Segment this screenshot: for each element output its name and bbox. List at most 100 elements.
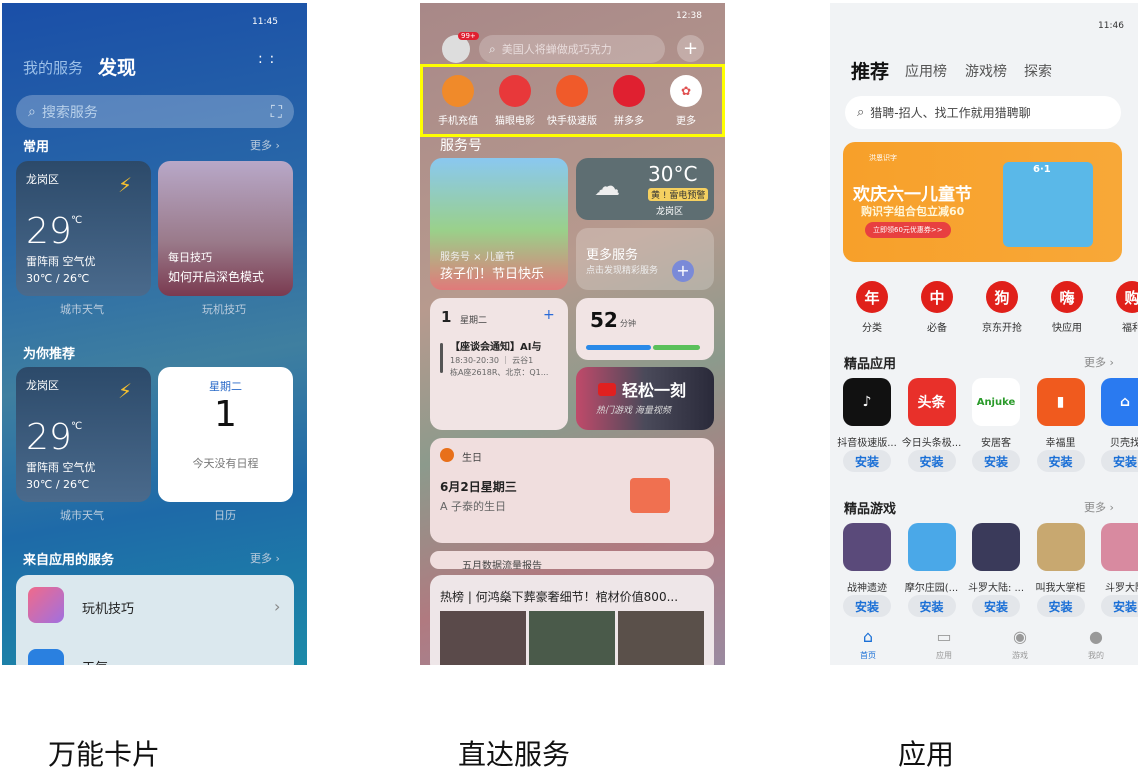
promo-banner[interactable]: 洪恩识字 欢庆六一儿童节 购识字组合包立减60 立即领60元优惠券>> 6·1 [843, 142, 1122, 262]
app-name: 抖音极速版... [837, 438, 897, 449]
category-label[interactable]: 分类 [840, 319, 904, 334]
video-card[interactable]: 轻松一刻 热门游戏 海量视频 [576, 367, 714, 430]
quick-access-icon[interactable] [499, 75, 531, 107]
install-button[interactable]: 安装 [907, 450, 956, 472]
chevron-right-icon: › [274, 597, 281, 616]
profile-icon[interactable]: ● [1086, 627, 1106, 646]
category-icon[interactable]: 购 [1116, 281, 1138, 313]
game-icon[interactable] [1036, 523, 1085, 571]
search-bar[interactable]: ⌕ 美国人将蝉做成巧克力 [479, 35, 665, 63]
list-item[interactable]: 天气 [82, 657, 108, 665]
tab-my-services[interactable]: 我的服务 [23, 57, 83, 78]
app-icon[interactable]: Anjuke [972, 378, 1020, 426]
birthday-card[interactable]: 生日 6月2日星期三 A 子泰的生日 [430, 438, 714, 543]
games-icon[interactable]: ◉ [1010, 627, 1030, 646]
weather-card[interactable]: 龙岗区 ⚡ 29 ℃ 雷阵雨 空气优 30℃ / 26℃ [16, 367, 151, 502]
category-label[interactable]: 快应用 [1035, 319, 1099, 334]
category-icon[interactable]: 嗨 [1051, 281, 1083, 313]
category-label[interactable]: 京东开抢 [970, 319, 1034, 334]
install-button[interactable]: 安装 [1036, 595, 1085, 617]
app-icon[interactable]: 头条 [907, 378, 956, 426]
banner-cta[interactable]: 立即领60元优惠券>> [865, 222, 951, 238]
phone-screen-direct-services: 12:38 99+ ⌕ 美国人将蝉做成巧克力 + 手机充值 猫眼电影 快手极速版 拼多… [420, 3, 725, 665]
search-input[interactable]: 美国人将蝉做成巧克力 [502, 41, 612, 57]
install-button[interactable]: 安装 [1101, 595, 1138, 617]
search-bar[interactable]: ⌕ 猎聘-招人、找工作就用猎聘聊 [845, 96, 1121, 129]
more-services-card[interactable]: 更多服务 点击发现精彩服务 + [576, 228, 714, 290]
screen-time-card[interactable]: 52 分钟 [576, 298, 714, 360]
nav-item-label[interactable]: 首页 [836, 650, 900, 661]
grid-dots-icon[interactable]: : : [258, 52, 276, 66]
game-icon[interactable] [1101, 523, 1138, 571]
promo-card[interactable]: 服务号 × 儿童节 孩子们！节日快乐 [430, 158, 568, 290]
tab-app-chart[interactable]: 应用榜 [905, 61, 947, 81]
thunder-icon: ⚡ [118, 173, 133, 197]
game-name: 摩尔庄园(... [904, 583, 959, 594]
news-card[interactable]: 热榜 | 何鸿燊下葬豪奢细节！棺材价值800... [430, 575, 714, 665]
more-link[interactable]: 更多 › [1084, 354, 1114, 370]
install-button[interactable]: 安装 [843, 595, 891, 617]
tab-recommend[interactable]: 推荐 [851, 57, 889, 84]
add-event-icon[interactable]: + [543, 307, 555, 323]
usage-value: 52 [590, 308, 618, 332]
data-report-card[interactable]: 五月数据流量报告 [430, 551, 714, 569]
search-bar[interactable]: ⌕ 搜索服务 ⛶ [16, 95, 294, 128]
more-link[interactable]: 更多 › [250, 550, 280, 566]
scan-icon[interactable]: ⛶ [271, 102, 282, 122]
nav-item-label[interactable]: 我的 [1064, 650, 1128, 661]
weather-card[interactable]: ☁ 30°C 黄 ! 雷电预警 龙岗区 [576, 158, 714, 220]
quick-access-label[interactable]: 拼多多 [597, 112, 661, 127]
quick-access-label[interactable]: 快手极速版 [540, 112, 604, 127]
tab-discover[interactable]: 发现 [98, 53, 136, 80]
status-time: 11:46 [1098, 21, 1124, 31]
game-icon[interactable] [972, 523, 1020, 571]
apps-icon[interactable]: ▭ [934, 627, 954, 646]
app-name: 今日头条极... [901, 438, 962, 449]
app-name: 安居客 [981, 438, 1011, 449]
tips-title: 如何开启深色模式 [168, 270, 265, 284]
add-button[interactable]: + [677, 35, 704, 62]
weather-temp: 30°C [648, 162, 698, 186]
category-label[interactable]: 福利 [1100, 319, 1138, 334]
schedule-card[interactable]: 1 星期二 + 【座谈会通知】AI与 18:30-20:30 ｜ 云谷1 栋A座… [430, 298, 568, 430]
tab-game-chart[interactable]: 游戏榜 [965, 61, 1007, 81]
install-button[interactable]: 安装 [972, 450, 1020, 472]
tips-card[interactable]: 每日技巧 如何开启深色模式 [158, 161, 293, 296]
section-title: 精品应用 [844, 357, 897, 372]
search-input[interactable]: 猎聘-招人、找工作就用猎聘聊 [870, 104, 1030, 121]
install-button[interactable]: 安装 [1036, 450, 1085, 472]
category-icon[interactable]: 年 [856, 281, 888, 313]
install-button[interactable]: 安装 [972, 595, 1020, 617]
quick-access-icon[interactable] [613, 75, 645, 107]
search-input[interactable]: 搜索服务 [42, 102, 98, 122]
game-icon[interactable] [907, 523, 956, 571]
app-icon[interactable]: ▮ [1036, 378, 1085, 426]
quick-access-label[interactable]: 更多 [654, 112, 718, 127]
card-label: 玩机技巧 [202, 303, 246, 316]
quick-access-icon[interactable]: ✿ [670, 75, 702, 107]
tab-explore[interactable]: 探索 [1024, 61, 1052, 81]
game-icon[interactable] [843, 523, 891, 571]
install-button[interactable]: 安装 [907, 595, 956, 617]
category-icon[interactable]: 中 [921, 281, 953, 313]
nav-item-label[interactable]: 应用 [912, 650, 976, 661]
list-item[interactable]: 玩机技巧 [82, 598, 134, 617]
gift-icon [440, 448, 454, 462]
nav-item-label[interactable]: 游戏 [988, 650, 1052, 661]
calendar-card[interactable]: 星期二 1 今天没有日程 [158, 367, 293, 502]
event-title: 【座谈会通知】AI与 [450, 342, 542, 353]
quick-access-icon[interactable] [442, 75, 474, 107]
more-link[interactable]: 更多 › [1084, 499, 1114, 515]
quick-access-icon[interactable] [556, 75, 588, 107]
quick-access-label[interactable]: 手机充值 [426, 112, 490, 127]
install-button[interactable]: 安装 [1101, 450, 1138, 472]
home-icon[interactable]: ⌂ [858, 627, 878, 646]
app-icon[interactable]: ⌂ [1101, 378, 1138, 426]
quick-access-label[interactable]: 猫眼电影 [483, 112, 547, 127]
category-label[interactable]: 必备 [905, 319, 969, 334]
category-icon[interactable]: 狗 [986, 281, 1018, 313]
weather-card[interactable]: 龙岗区 ⚡ 29 ℃ 雷阵雨 空气优 30℃ / 26℃ [16, 161, 151, 296]
more-link[interactable]: 更多 › [250, 137, 280, 153]
app-icon[interactable]: ♪ [843, 378, 891, 426]
install-button[interactable]: 安装 [843, 450, 891, 472]
